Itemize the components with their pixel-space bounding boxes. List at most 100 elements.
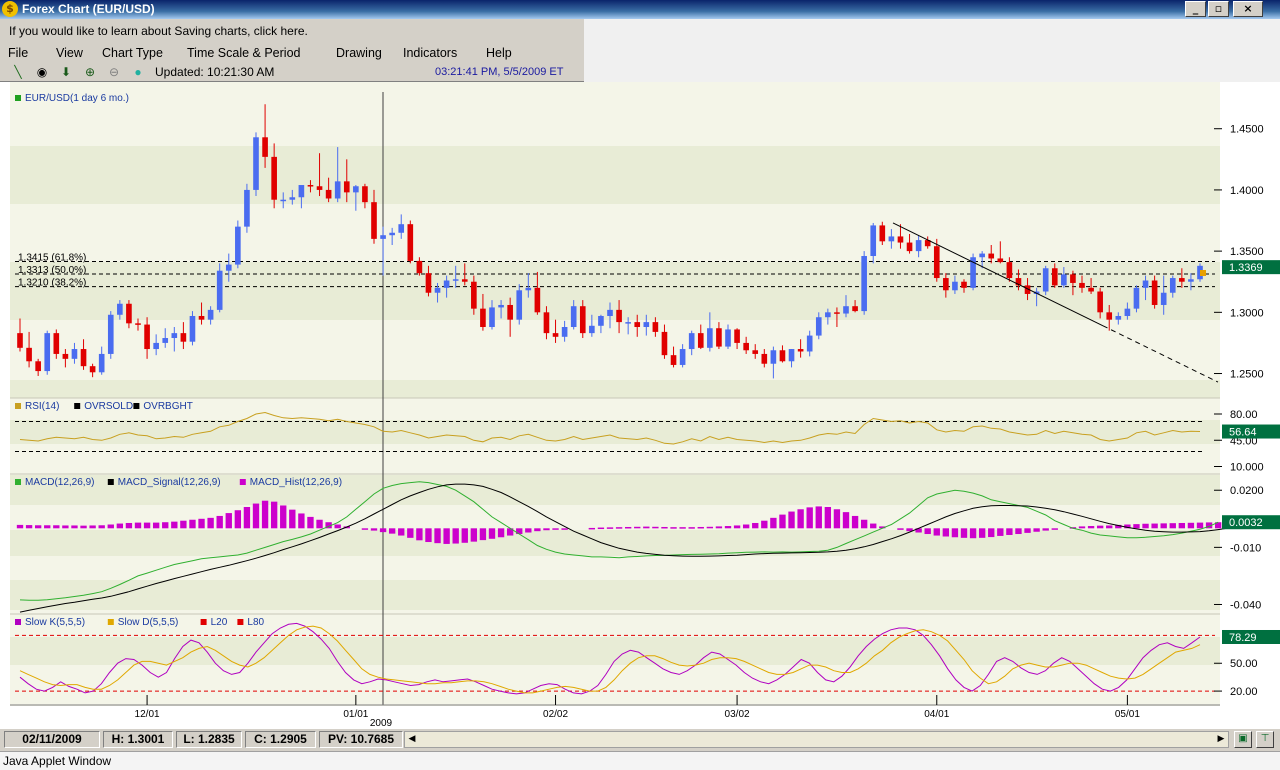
header-spacer — [584, 19, 1280, 82]
macd-hist-bar-15 — [152, 522, 160, 529]
menu-help[interactable]: Help — [486, 46, 512, 60]
candle-body-70 — [652, 322, 659, 332]
time-scrollbar[interactable]: ◀ ▶ — [404, 731, 1229, 748]
candle-body-27 — [262, 137, 268, 157]
candle-body-113 — [1042, 268, 1049, 292]
applet-status: Java Applet Window — [0, 751, 1280, 770]
candle-body-103 — [952, 281, 958, 291]
legend-label-3-3: L80 — [247, 617, 264, 628]
macd-hist-bar-108 — [997, 528, 1004, 536]
candle-body-61 — [570, 306, 577, 328]
candle-body-93 — [861, 256, 867, 312]
macd-hist-bar-92 — [851, 515, 859, 529]
macd-hist-bar-94 — [870, 523, 877, 529]
candle-body-95 — [879, 225, 886, 242]
candle-body-128 — [1179, 278, 1185, 282]
crosshair-icon[interactable]: ◉ — [34, 64, 50, 80]
candle-body-46 — [434, 287, 441, 293]
legend-label-0-0: EUR/USD(1 day 6 mo.) — [25, 93, 129, 104]
candle-body-80 — [743, 342, 749, 351]
candle-body-29 — [280, 199, 287, 202]
stoch-current-value: 78.29 — [1229, 632, 1257, 644]
close-icon[interactable]: × — [1233, 1, 1263, 17]
menu-file[interactable]: File — [8, 46, 28, 60]
candle-body-41 — [389, 232, 395, 236]
macd-hist-bar-75 — [697, 526, 704, 529]
last-price-marker — [1200, 270, 1206, 276]
candle-body-127 — [1169, 278, 1176, 293]
macd-hist-bar-130 — [1196, 522, 1204, 529]
legend-label-2-1: MACD_Signal(12,26,9) — [118, 477, 221, 488]
macd-hist-bar-74 — [688, 527, 695, 529]
candle-body-84 — [779, 350, 786, 362]
grid-band-3 — [10, 420, 1220, 444]
candle-body-90 — [834, 312, 840, 314]
candle-body-8 — [89, 366, 96, 373]
legend-swatch-1-0 — [15, 403, 21, 409]
candle-body-51 — [480, 308, 486, 328]
macd-hist-bar-30 — [289, 509, 296, 529]
candle-body-12 — [126, 303, 132, 324]
macd-hist-bar-88 — [815, 506, 822, 529]
macd-hist-bar-87 — [806, 507, 813, 529]
candle-body-57 — [534, 287, 541, 313]
candle-body-19 — [189, 315, 196, 342]
macd-hist-bar-73 — [679, 527, 686, 529]
menu-bar: File View Chart Type Time Scale & Period… — [0, 43, 584, 63]
candle-body-121 — [1115, 315, 1122, 320]
candle-body-36 — [343, 181, 350, 193]
zoom-in-icon[interactable]: ⊕ — [82, 64, 98, 80]
candle-body-77 — [716, 328, 722, 347]
menu-time-scale[interactable]: Time Scale & Period — [187, 46, 300, 60]
menu-view[interactable]: View — [56, 46, 83, 60]
macd-hist-bar-26 — [252, 503, 260, 529]
menu-chart-type[interactable]: Chart Type — [102, 46, 163, 60]
candle-body-72 — [670, 355, 677, 365]
zoom-out-icon[interactable]: ⊖ — [106, 64, 122, 80]
line-draw-icon[interactable]: ╲ — [10, 64, 26, 80]
candle-body-94 — [870, 225, 877, 257]
saving-charts-notice[interactable]: If you would like to learn about Saving … — [0, 19, 584, 43]
macd-hist-bar-118 — [1087, 526, 1095, 529]
down-arrow-icon[interactable]: ⬇ — [58, 64, 74, 80]
grid-band-0 — [10, 146, 1220, 204]
candle-body-5 — [62, 353, 69, 359]
macd-hist-bar-8 — [89, 525, 96, 529]
macd-current-value: 0.0032 — [1229, 517, 1263, 529]
menu-drawing[interactable]: Drawing — [336, 46, 382, 60]
candle-body-48 — [452, 279, 459, 281]
macd-hist-bar-10 — [107, 524, 114, 529]
maximize-icon[interactable]: ▫ — [1208, 1, 1229, 17]
legend-label-2-2: MACD_Hist(12,26,9) — [250, 477, 342, 488]
candle-body-65 — [607, 309, 613, 316]
macd-hist-bar-66 — [615, 527, 623, 529]
macd-hist-bar-85 — [788, 511, 795, 529]
macd-hist-bar-33 — [316, 519, 323, 529]
menu-indicators[interactable]: Indicators — [403, 46, 457, 60]
chart-area[interactable]: 1.3415 (61.8%)1.3313 (50.0%) 1.3210 (38.2… — [0, 82, 1280, 728]
macd-hist-bar-78 — [724, 526, 732, 529]
x-axis-label-3: 03/02 — [725, 709, 750, 720]
candle-body-122 — [1124, 308, 1131, 316]
scroll-right-icon[interactable]: ▶ — [1214, 732, 1228, 747]
macd-hist-bar-129 — [1187, 522, 1195, 529]
candle-body-115 — [1061, 274, 1067, 286]
scroll-left-icon[interactable]: ◀ — [405, 732, 419, 747]
split-view-icon[interactable]: ⊤ — [1256, 731, 1274, 748]
window-layout-icon[interactable]: ▣ — [1234, 731, 1252, 748]
legend-label-2-0: MACD(12,26,9) — [25, 477, 94, 488]
green-dot-icon[interactable]: ● — [130, 64, 146, 80]
minimize-icon[interactable]: _ — [1185, 1, 1206, 17]
macd-hist-bar-80 — [742, 524, 750, 529]
candle-body-68 — [634, 322, 641, 328]
price-axis-label-0: 1.4500 — [1230, 124, 1264, 136]
macd-hist-bar-104 — [960, 528, 968, 538]
macd-hist-bar-2 — [34, 525, 42, 529]
candle-body-102 — [943, 278, 949, 291]
candle-body-17 — [171, 333, 178, 339]
window-titlebar: $ Forex Chart (EUR/USD) _ ▫ × — [0, 0, 1280, 19]
legend-label-3-0: Slow K(5,5,5) — [25, 617, 85, 628]
candle-body-69 — [643, 322, 650, 328]
candle-body-32 — [307, 185, 314, 187]
macd-hist-bar-18 — [180, 520, 187, 529]
